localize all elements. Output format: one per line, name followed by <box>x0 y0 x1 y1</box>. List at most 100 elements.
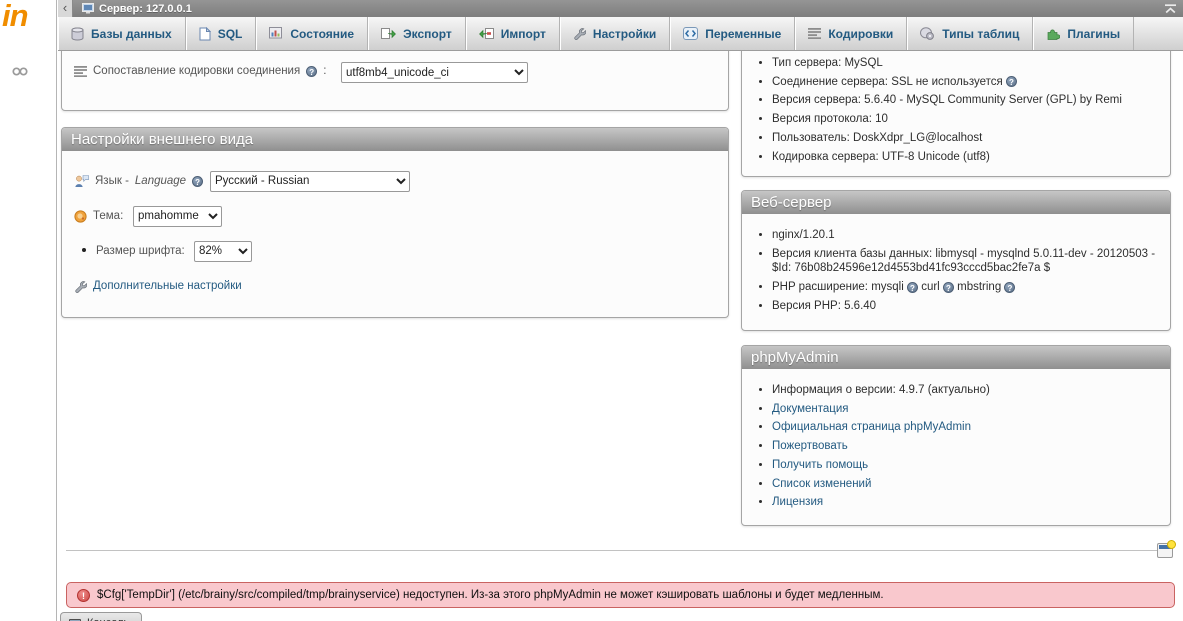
server-title: Сервер: 127.0.0.1 <box>99 3 192 15</box>
language-icon <box>74 174 89 188</box>
list-item: Официальная страница phpMyAdmin <box>772 420 1160 435</box>
tab-label: Базы данных <box>91 27 172 41</box>
collation-list-icon <box>74 66 87 77</box>
wrench-icon <box>74 280 87 293</box>
tab-export[interactable]: Экспорт <box>368 17 466 50</box>
list-item: Тип сервера: MySQL <box>772 56 1160 71</box>
tab-label: Типы таблиц <box>942 27 1019 41</box>
help-icon[interactable] <box>306 66 317 77</box>
list-item: Пользователь: DoskXdpr_LG@localhost <box>772 131 1160 146</box>
help-icon[interactable] <box>943 282 954 293</box>
collapse-top-icon[interactable] <box>1164 4 1177 14</box>
nav-panel-collapse-button[interactable]: ‹ <box>58 0 73 17</box>
error-message-box: $Cfg['TempDir'] (/etc/brainy/src/compile… <box>66 582 1175 608</box>
list-item: Получить помощь <box>772 458 1160 473</box>
page-content: Сопоставление кодировки соединения : utf… <box>58 51 1183 621</box>
tab-variables[interactable]: Переменные <box>670 17 795 50</box>
web-server-panel-title: Веб-сервер <box>742 191 1170 214</box>
more-settings-link[interactable]: Дополнительные настройки <box>93 280 242 292</box>
tab-status[interactable]: Состояние <box>256 17 368 50</box>
language-select[interactable]: Русский - Russian <box>210 171 410 192</box>
php-ext-name: curl <box>921 281 940 293</box>
ssl-text: Соединение сервера: SSL не используется <box>772 76 1003 88</box>
changelog-link[interactable]: Список изменений <box>772 478 871 490</box>
database-server-panel: Тип сервера: MySQL Соединение сервера: S… <box>741 51 1171 177</box>
server-icon <box>82 3 94 14</box>
tab-sql[interactable]: SQL <box>186 17 257 50</box>
error-icon <box>77 589 90 602</box>
collation-select[interactable]: utf8mb4_unicode_ci <box>341 62 528 83</box>
list-item: Информация о версии: 4.9.7 (актуально) <box>772 383 1160 398</box>
help-icon[interactable] <box>1006 76 1017 87</box>
help-icon[interactable] <box>907 282 918 293</box>
donate-link[interactable]: Пожертвовать <box>772 440 848 452</box>
list-item: Пожертвовать <box>772 439 1160 454</box>
theme-row: Тема: pmahomme <box>62 204 728 228</box>
general-settings-panel: Сопоставление кодировки соединения : utf… <box>61 51 729 111</box>
list-item: Версия сервера: 5.6.40 - MySQL Community… <box>772 93 1160 108</box>
open-new-window-icon[interactable] <box>1157 543 1173 558</box>
theme-select[interactable]: pmahomme <box>133 206 222 227</box>
server-tabs: Базы данных SQL Состояние Экспорт Импорт… <box>58 17 1183 51</box>
more-settings-row: Дополнительные настройки <box>62 274 728 298</box>
tab-label: Состояние <box>290 27 354 41</box>
tab-charsets[interactable]: Кодировки <box>795 17 907 50</box>
navigation-sidebar: in <box>0 0 57 621</box>
tab-settings[interactable]: Настройки <box>560 17 670 50</box>
license-link[interactable]: Лицензия <box>772 496 823 508</box>
tab-label: SQL <box>218 27 243 41</box>
font-size-label: Размер шрифта: <box>96 245 185 257</box>
server-titlebar: ‹ Сервер: 127.0.0.1 <box>58 0 1183 17</box>
tab-label: Настройки <box>593 27 656 41</box>
variables-icon <box>683 27 698 40</box>
phpmyadmin-panel-title: phpMyAdmin <box>742 346 1170 369</box>
list-item: Соединение сервера: SSL не используется <box>772 75 1160 90</box>
list-item: Версия клиента базы данных: libmysql - m… <box>772 247 1160 276</box>
list-item: Документация <box>772 402 1160 417</box>
php-extensions-item: PHP расширение: mysqli curl mbstring <box>772 280 1160 295</box>
list-item: Лицензия <box>772 495 1160 510</box>
tab-label: Экспорт <box>403 27 452 41</box>
font-size-row: Размер шрифта: 82% <box>62 239 728 263</box>
get-support-link[interactable]: Получить помощь <box>772 459 868 471</box>
error-message-text: $Cfg['TempDir'] (/etc/brainy/src/compile… <box>97 589 884 601</box>
charsets-icon <box>808 28 821 39</box>
theme-icon <box>74 210 87 223</box>
php-ext-name: mbstring <box>957 281 1001 293</box>
official-page-link[interactable]: Официальная страница phpMyAdmin <box>772 421 971 433</box>
engines-icon <box>920 27 935 40</box>
font-size-select[interactable]: 82% <box>194 241 252 262</box>
phpmyadmin-logo[interactable]: in <box>2 0 28 34</box>
link-icon[interactable] <box>12 67 28 76</box>
collation-colon: : <box>323 65 326 77</box>
list-item: Список изменений <box>772 477 1160 492</box>
main-area: ‹ Сервер: 127.0.0.1 Базы данных SQL Сост… <box>58 0 1183 621</box>
content-divider <box>66 550 1159 551</box>
documentation-link[interactable]: Документация <box>772 403 849 415</box>
tab-engines[interactable]: Типы таблиц <box>907 17 1033 50</box>
help-icon[interactable] <box>1004 282 1015 293</box>
phpmyadmin-panel: phpMyAdmin Информация о версии: 4.9.7 (а… <box>741 345 1171 526</box>
preferences-icon <box>573 27 586 40</box>
import-icon <box>479 27 494 40</box>
language-label-ru: Язык - <box>95 175 129 187</box>
web-server-panel: Веб-сервер nginx/1.20.1 Версия клиента б… <box>741 190 1171 331</box>
tab-import[interactable]: Импорт <box>466 17 560 50</box>
help-icon[interactable] <box>192 176 203 187</box>
bullet-marker <box>74 245 90 257</box>
list-item: Кодировка сервера: UTF-8 Unicode (utf8) <box>772 150 1160 165</box>
sql-icon <box>199 27 211 41</box>
database-icon <box>71 27 84 41</box>
php-ext-label: PHP расширение: <box>772 281 868 293</box>
tab-label: Кодировки <box>828 27 893 41</box>
language-label-en: Language <box>135 175 186 187</box>
language-row: Язык - Language Русский - Russian <box>62 169 728 193</box>
tab-databases[interactable]: Базы данных <box>58 17 186 50</box>
collation-label: Сопоставление кодировки соединения <box>93 65 300 77</box>
tab-label: Импорт <box>501 27 546 41</box>
console-button[interactable]: Консоль <box>60 612 142 621</box>
tab-plugins[interactable]: Плагины <box>1033 17 1134 50</box>
export-icon <box>381 27 396 40</box>
list-item: Версия протокола: 10 <box>772 112 1160 127</box>
list-item: nginx/1.20.1 <box>772 228 1160 243</box>
